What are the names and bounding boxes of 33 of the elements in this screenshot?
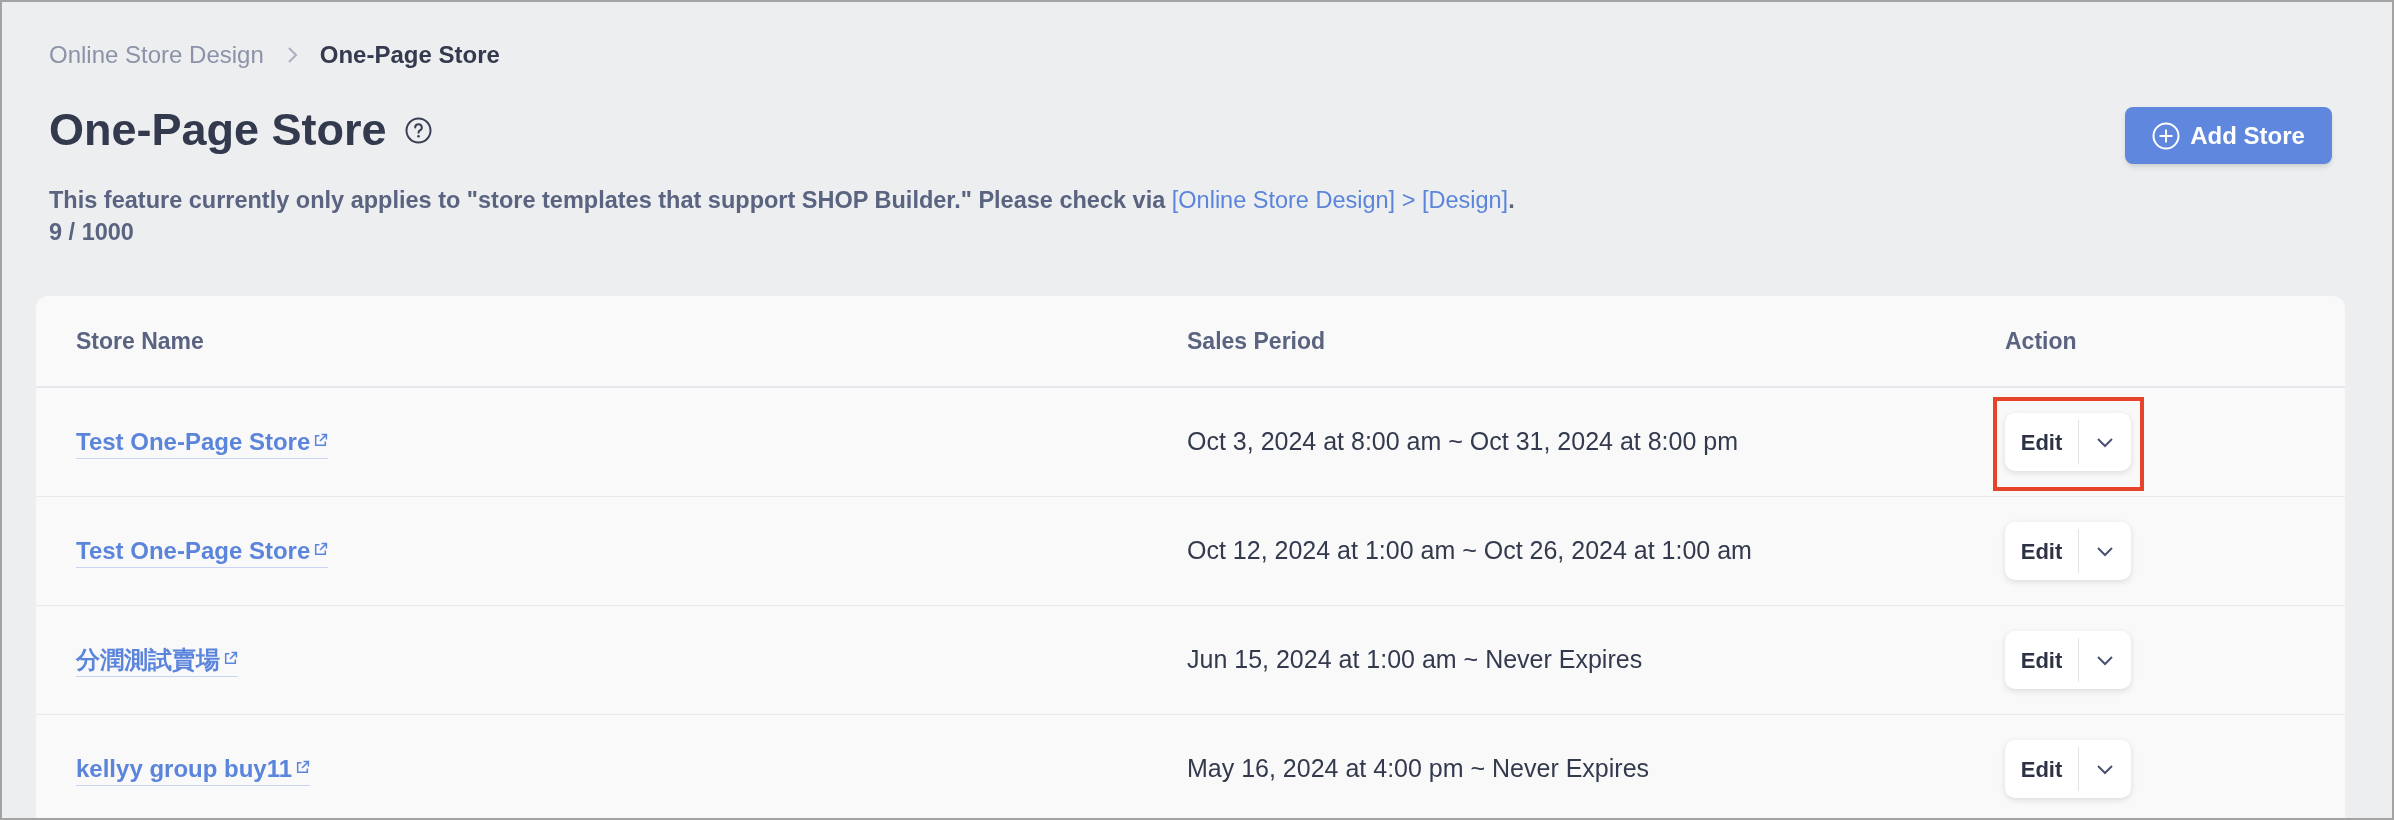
column-header: Action (2005, 326, 2077, 356)
store-name-link[interactable]: 分潤測試賣場 (76, 643, 238, 677)
plus-circle-icon (2152, 121, 2181, 150)
notice-text: This feature currently only applies to "store templates that support SHOP Builder." Please check via [Online Store Design] > [Design]. (49, 186, 1516, 215)
page-title: One-Page Store (49, 103, 387, 157)
chevron-down-icon (2096, 654, 2114, 666)
breadcrumb-link[interactable]: Online Store Design (49, 37, 264, 73)
edit-button[interactable]: Edit (2005, 740, 2078, 798)
sales-period: Oct 12, 2024 at 1:00 am ~ Oct 26, 2024 at 1:00 am (1187, 535, 1752, 567)
design-settings-link[interactable]: [Online Store Design] > [Design] (1171, 187, 1509, 213)
column-header: Store Name (76, 326, 204, 356)
store-name-link[interactable]: kellyy group buy11 (76, 752, 311, 786)
breadcrumb-current: One-Page Store (319, 40, 500, 70)
chevron-right-icon (285, 46, 298, 64)
edit-button[interactable]: Edit (2005, 631, 2078, 689)
store-count: 9 / 1000 (49, 218, 135, 247)
chevron-down-icon (2096, 436, 2114, 448)
sales-period: Oct 3, 2024 at 8:00 am ~ Oct 31, 2024 at 8:00 pm (1187, 426, 1739, 458)
external-link-icon (295, 759, 311, 775)
help-icon[interactable] (404, 116, 432, 144)
store-name-link[interactable]: Test One-Page Store (76, 534, 329, 568)
external-link-icon (313, 541, 329, 557)
edit-button[interactable]: Edit (2005, 522, 2078, 580)
sales-period: Jun 15, 2024 at 1:00 am ~ Never Expires (1187, 644, 1643, 676)
external-link-icon (223, 650, 238, 666)
external-link-icon (313, 432, 329, 448)
store-name-link[interactable]: Test One-Page Store (76, 425, 329, 459)
add-store-button[interactable]: Add Store (2125, 107, 2332, 164)
column-header: Sales Period (1187, 326, 1326, 356)
edit-button[interactable]: Edit (2005, 413, 2078, 471)
chevron-down-icon (2096, 763, 2114, 775)
chevron-down-icon (2096, 545, 2114, 557)
sales-period: May 16, 2024 at 4:00 pm ~ Never Expires (1187, 753, 1650, 785)
